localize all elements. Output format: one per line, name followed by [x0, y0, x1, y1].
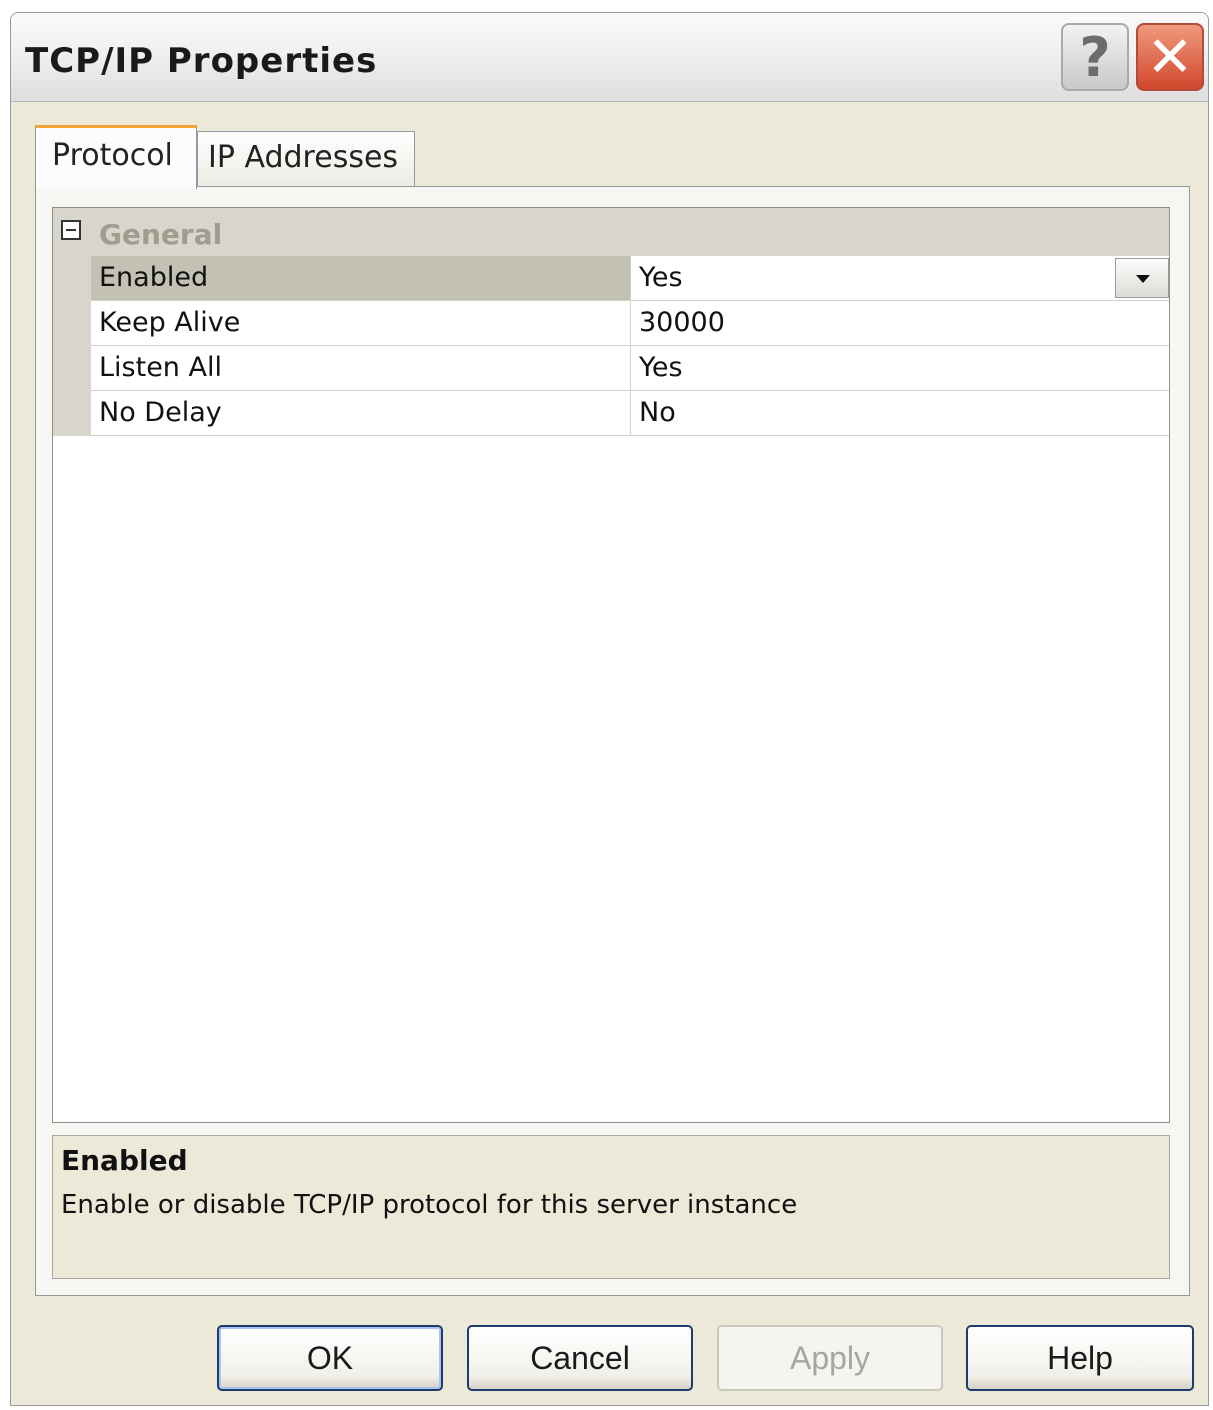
- property-value[interactable]: Yes: [633, 256, 1169, 300]
- property-grid: General Enabled Yes Keep Alive 30000 Lis…: [52, 207, 1170, 1123]
- description-panel: Enabled Enable or disable TCP/IP protoco…: [52, 1135, 1170, 1279]
- protocol-tab-panel: General Enabled Yes Keep Alive 30000 Lis…: [35, 186, 1190, 1296]
- help-button[interactable]: Help: [966, 1325, 1194, 1391]
- title-bar[interactable]: TCP/IP Properties ? ✕: [11, 13, 1208, 102]
- property-row-keep-alive[interactable]: Keep Alive 30000: [91, 301, 1169, 346]
- property-value[interactable]: No: [633, 391, 1169, 435]
- category-row-general[interactable]: General: [53, 208, 1169, 256]
- apply-button[interactable]: Apply: [717, 1325, 943, 1391]
- tcpip-properties-dialog: TCP/IP Properties ? ✕ Protocol IP Addres…: [10, 12, 1209, 1406]
- cancel-button[interactable]: Cancel: [467, 1325, 693, 1391]
- property-name[interactable]: Keep Alive: [91, 301, 631, 345]
- close-icon[interactable]: ✕: [1136, 23, 1204, 91]
- property-name[interactable]: Listen All: [91, 346, 631, 390]
- property-name[interactable]: No Delay: [91, 391, 631, 435]
- property-row-enabled[interactable]: Enabled Yes: [91, 256, 1169, 301]
- tab-protocol[interactable]: Protocol: [35, 125, 197, 189]
- dialog-title: TCP/IP Properties: [25, 41, 378, 81]
- property-name[interactable]: Enabled: [91, 256, 631, 300]
- description-title: Enabled: [61, 1144, 188, 1177]
- property-row-no-delay[interactable]: No Delay No: [91, 391, 1169, 436]
- property-value[interactable]: Yes: [633, 346, 1169, 390]
- description-text: Enable or disable TCP/IP protocol for th…: [61, 1190, 798, 1220]
- property-row-listen-all[interactable]: Listen All Yes: [91, 346, 1169, 391]
- chevron-down-icon[interactable]: [1115, 258, 1169, 298]
- help-icon[interactable]: ?: [1061, 23, 1129, 91]
- tab-ip-addresses[interactable]: IP Addresses: [197, 131, 415, 187]
- ok-button[interactable]: OK: [217, 1325, 443, 1391]
- category-label: General: [99, 218, 223, 251]
- collapse-icon[interactable]: [61, 220, 81, 240]
- property-value[interactable]: 30000: [633, 301, 1169, 345]
